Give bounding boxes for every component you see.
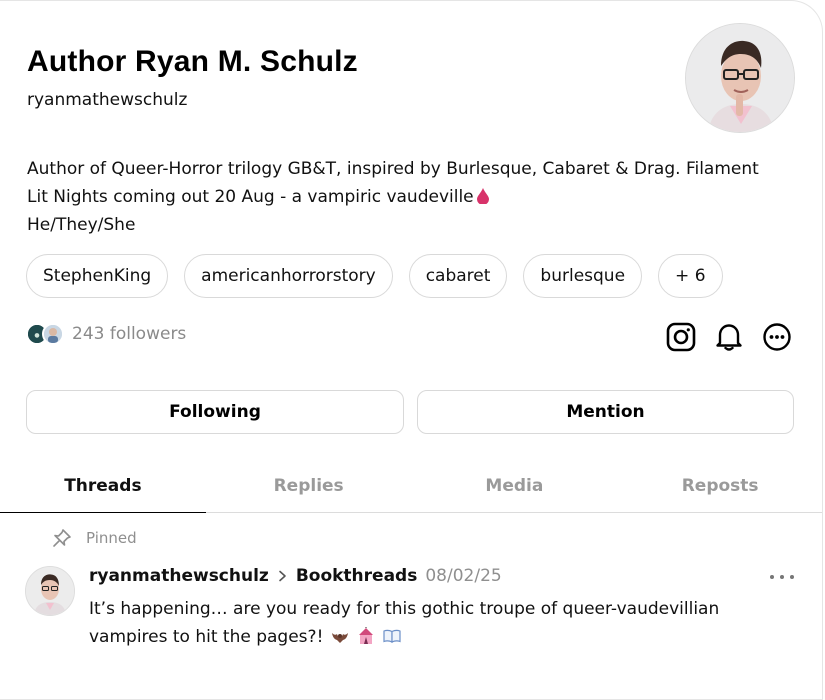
more-circle-icon[interactable] xyxy=(762,321,792,353)
bell-icon[interactable] xyxy=(714,321,744,353)
bio-line: Author of Queer-Horror trilogy GB&T, ins… xyxy=(27,159,759,179)
post-more-menu-icon[interactable] xyxy=(770,569,794,585)
post-author-avatar[interactable] xyxy=(25,566,75,616)
dot xyxy=(790,575,794,579)
follower-avatar-icon xyxy=(44,325,62,343)
post-date: 08/02/25 xyxy=(425,566,502,586)
bat-emoji xyxy=(332,633,349,643)
profile-tabs: Threads Replies Media Reposts xyxy=(0,459,822,513)
bio-line: He/They/She xyxy=(27,215,136,235)
tab-replies[interactable]: Replies xyxy=(206,459,412,512)
tab-threads[interactable]: Threads xyxy=(0,459,206,513)
instagram-icon[interactable] xyxy=(666,321,696,353)
dot xyxy=(780,575,784,579)
post-text-line: It’s happening… are you ready for this g… xyxy=(89,599,720,619)
circus-tent-emoji xyxy=(359,627,374,644)
pinned-indicator: Pinned xyxy=(52,528,137,548)
follower-avatar xyxy=(42,323,64,345)
profile-card: Author Ryan M. Schulz ryanmathewschulz A… xyxy=(0,0,823,700)
post-topic[interactable]: Bookthreads xyxy=(296,566,418,586)
tag-chip[interactable]: burlesque xyxy=(523,254,643,298)
post-header: ryanmathewschulz Bookthreads 08/02/25 xyxy=(89,566,502,586)
profile-avatar[interactable] xyxy=(685,23,795,133)
pin-icon xyxy=(53,529,71,547)
profile-handle[interactable]: ryanmathewschulz xyxy=(27,90,187,110)
mention-button[interactable]: Mention xyxy=(417,390,794,434)
followers-summary[interactable]: ● 243 followers xyxy=(26,323,186,345)
pinned-label: Pinned xyxy=(86,529,137,547)
post-username[interactable]: ryanmathewschulz xyxy=(89,566,269,586)
tab-media[interactable]: Media xyxy=(412,459,618,512)
more-tags-chip[interactable]: + 6 xyxy=(658,254,723,298)
post-text-line-with-emoji: vampires to hit the pages?! xyxy=(89,623,789,651)
tag-chip[interactable]: StephenKing xyxy=(26,254,169,298)
svg-text:●: ● xyxy=(34,332,39,339)
tab-reposts[interactable]: Reposts xyxy=(617,459,822,512)
chevron-right-icon xyxy=(278,570,287,582)
post-body: It’s happening… are you ready for this g… xyxy=(89,595,789,651)
bio-line-with-drop: Lit Nights coming out 20 Aug - a vampiri… xyxy=(27,183,797,211)
followers-count[interactable]: 243 followers xyxy=(72,324,186,344)
post-text-line: vampires to hit the pages?! xyxy=(89,627,324,647)
author-avatar-icon xyxy=(26,567,74,615)
open-book-emoji xyxy=(383,629,401,643)
profile-bio: Author of Queer-Horror trilogy GB&T, ins… xyxy=(27,155,797,239)
profile-display-name: Author Ryan M. Schulz xyxy=(27,45,358,78)
tag-chip[interactable]: americanhorrorstory xyxy=(184,254,393,298)
interest-tags: StephenKing americanhorrorstory cabaret … xyxy=(26,254,723,298)
dot xyxy=(770,575,774,579)
profile-photo-icon xyxy=(686,24,794,132)
following-button[interactable]: Following xyxy=(26,390,404,434)
profile-action-icons xyxy=(666,321,792,353)
tag-chip[interactable]: cabaret xyxy=(408,254,508,298)
bio-line: Lit Nights coming out 20 Aug - a vampiri… xyxy=(27,187,474,207)
blood-drop-icon xyxy=(476,188,489,204)
